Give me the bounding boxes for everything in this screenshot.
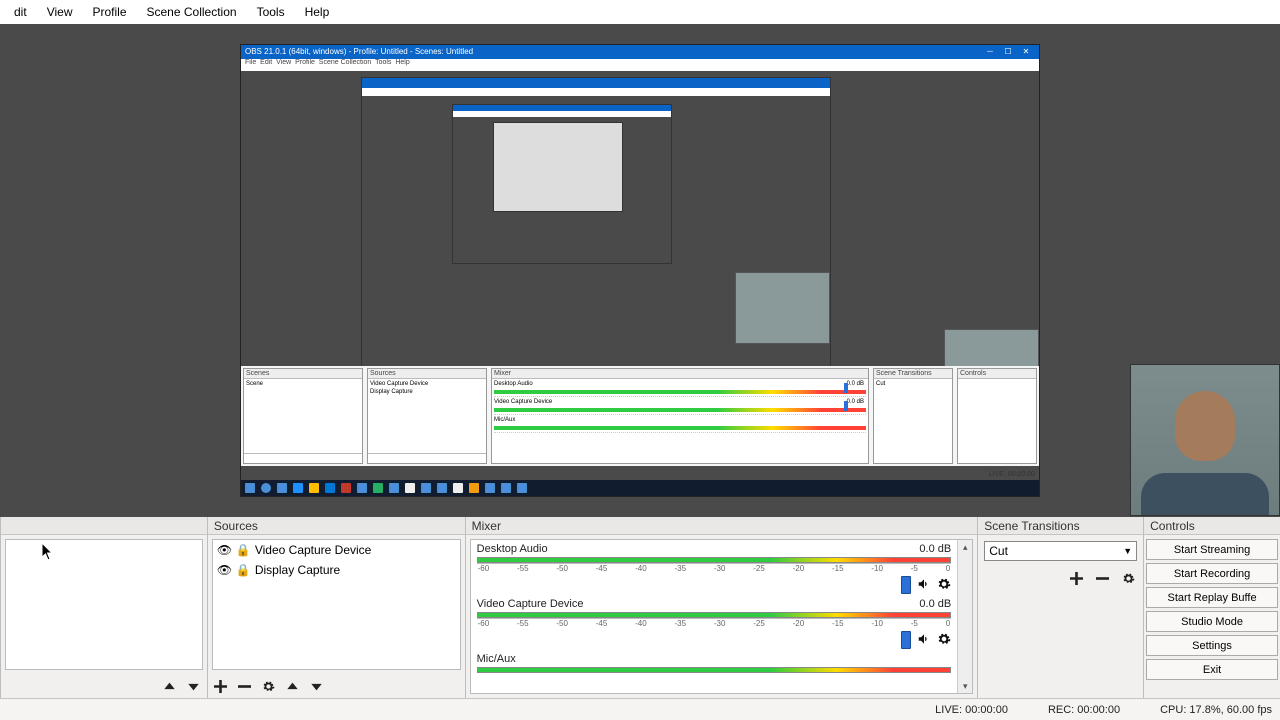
source-down-icon[interactable] [308, 677, 326, 695]
inner-menubar: File Edit View Profile Scene Collection … [241, 59, 1039, 71]
scene-up-icon[interactable] [161, 677, 179, 695]
source-settings-icon[interactable] [260, 677, 278, 695]
mixer-channel-video-capture: Video Capture Device 0.0 dB -60-55-50-45-… [471, 595, 958, 650]
preview-display-capture: OBS 21.0.1 (64bit, windows) - Profile: U… [240, 44, 1040, 497]
menu-tools[interactable]: Tools [247, 2, 295, 22]
mixer-gear-icon[interactable] [937, 632, 951, 649]
inner-titlebar: OBS 21.0.1 (64bit, windows) - Profile: U… [241, 45, 1039, 59]
lock-icon[interactable]: 🔒 [236, 543, 250, 557]
mixer-label: Mic/Aux [477, 653, 516, 665]
scroll-up-icon[interactable]: ▴ [958, 540, 972, 554]
controls-panel: Controls Start Streaming Start Recording… [1144, 517, 1280, 698]
source-label: Video Capture Device [255, 543, 372, 557]
volume-slider[interactable] [901, 576, 911, 594]
volume-slider[interactable] [901, 631, 911, 649]
scenes-panel [0, 517, 208, 698]
source-up-icon[interactable] [284, 677, 302, 695]
sources-list[interactable]: 👁 🔒 Video Capture Device 👁 🔒 Display Cap… [212, 539, 461, 670]
source-label: Display Capture [255, 563, 340, 577]
transition-settings-icon[interactable] [1119, 569, 1137, 587]
chevron-down-icon: ▼ [1123, 546, 1132, 556]
mixer-db: 0.0 dB [919, 598, 951, 610]
scene-down-icon[interactable] [185, 677, 203, 695]
eye-icon[interactable]: 👁 [217, 543, 231, 557]
mixer-label: Desktop Audio [477, 543, 548, 555]
remove-source-icon[interactable] [236, 677, 254, 695]
exit-button[interactable]: Exit [1146, 659, 1278, 680]
mixer-scale: -60-55-50-45-40-35-30-25-20-15-10-50 [477, 563, 952, 573]
status-cpu: CPU: 17.8%, 60.00 fps [1160, 704, 1272, 716]
scroll-down-icon[interactable]: ▾ [958, 679, 972, 693]
mixer-gear-icon[interactable] [937, 577, 951, 594]
transitions-panel: Scene Transitions Cut ▼ [978, 517, 1144, 698]
sources-title: Sources [208, 517, 465, 535]
menu-scene-collection[interactable]: Scene Collection [137, 2, 247, 22]
mixer-channel-mic-aux: Mic/Aux [471, 650, 958, 673]
lock-icon[interactable]: 🔒 [236, 563, 250, 577]
status-rec: REC: 00:00:00 [1048, 704, 1120, 716]
status-bar: LIVE: 00:00:00 REC: 00:00:00 CPU: 17.8%,… [0, 698, 1280, 720]
list-item[interactable]: 👁 🔒 Video Capture Device [213, 540, 460, 560]
menu-edit[interactable]: dit [4, 2, 37, 22]
inner-taskbar [241, 480, 1039, 496]
add-transition-icon[interactable] [1067, 569, 1085, 587]
mixer-channel-desktop-audio: Desktop Audio 0.0 dB -60-55-50-45-40-35-3… [471, 540, 958, 595]
start-replay-buffer-button[interactable]: Start Replay Buffe [1146, 587, 1278, 608]
mixer-label: Video Capture Device [477, 598, 584, 610]
inner-dock: ScenesScene SourcesVideo Capture DeviceD… [241, 366, 1039, 466]
studio-mode-button[interactable]: Studio Mode [1146, 611, 1278, 632]
controls-title: Controls [1144, 517, 1280, 535]
dock: Sources 👁 🔒 Video Capture Device 👁 🔒 Dis… [0, 517, 1280, 698]
menu-profile[interactable]: Profile [82, 2, 136, 22]
menu-view[interactable]: View [37, 2, 83, 22]
level-meter [477, 667, 952, 673]
inner-status: LIVE: 00:00:00 [989, 471, 1035, 478]
menu-help[interactable]: Help [295, 2, 340, 22]
speaker-icon[interactable] [917, 632, 931, 649]
mixer-scale: -60-55-50-45-40-35-30-25-20-15-10-50 [477, 618, 952, 628]
start-recording-button[interactable]: Start Recording [1146, 563, 1278, 584]
transition-value: Cut [989, 544, 1008, 558]
main-menubar[interactable]: dit View Profile Scene Collection Tools … [0, 0, 1280, 24]
mixer-db: 0.0 dB [919, 543, 951, 555]
list-item[interactable]: 👁 🔒 Display Capture [213, 560, 460, 580]
eye-icon[interactable]: 👁 [217, 563, 231, 577]
inner-webcam-thumb [735, 272, 830, 344]
status-live: LIVE: 00:00:00 [935, 704, 1008, 716]
scenes-list[interactable] [5, 539, 203, 670]
inner-window-buttons: －☐✕ [981, 46, 1035, 57]
preview-webcam-overlay [1130, 364, 1280, 516]
remove-transition-icon[interactable] [1093, 569, 1111, 587]
add-source-icon[interactable] [212, 677, 230, 695]
mixer-scrollbar[interactable]: ▴▾ [957, 540, 972, 693]
settings-button[interactable]: Settings [1146, 635, 1278, 656]
inner-title-text: OBS 21.0.1 (64bit, windows) - Profile: U… [245, 47, 473, 56]
start-streaming-button[interactable]: Start Streaming [1146, 539, 1278, 560]
mixer-panel: Mixer Desktop Audio 0.0 dB -60-55-50-45-4… [466, 517, 979, 698]
transitions-title: Scene Transitions [978, 517, 1143, 535]
transition-select[interactable]: Cut ▼ [984, 541, 1137, 561]
speaker-icon[interactable] [917, 577, 931, 594]
sources-panel: Sources 👁 🔒 Video Capture Device 👁 🔒 Dis… [208, 517, 466, 698]
preview-area[interactable]: OBS 21.0.1 (64bit, windows) - Profile: U… [0, 24, 1280, 516]
mixer-title: Mixer [466, 517, 978, 535]
